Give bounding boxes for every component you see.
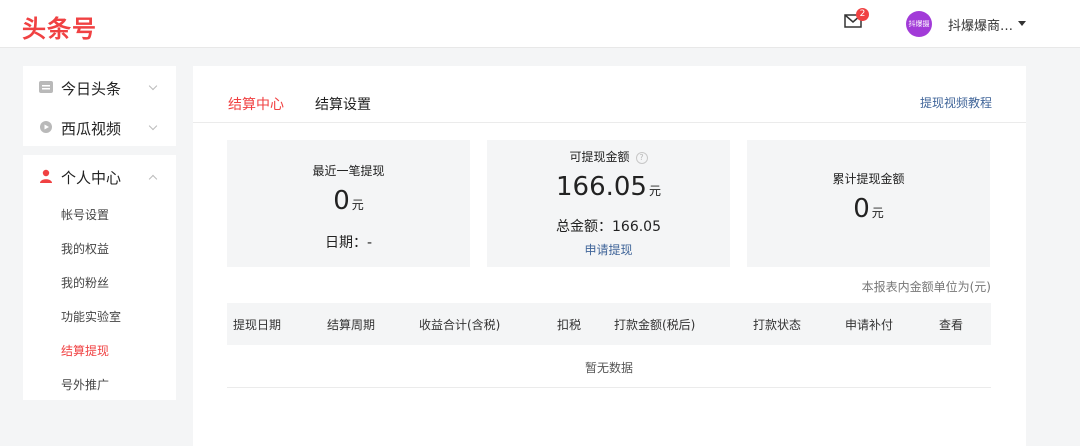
column-header: 查看 bbox=[939, 318, 964, 332]
subnav-my-rights[interactable]: 我的权益 bbox=[61, 240, 109, 257]
toutiao-badge-icon bbox=[39, 81, 53, 93]
chevron-down-icon bbox=[148, 121, 158, 131]
value-number: 0 bbox=[333, 186, 350, 216]
avatar[interactable]: 抖爆摄 bbox=[906, 11, 932, 37]
column-header: 申请补付 bbox=[845, 318, 894, 332]
nav-item-toutiao[interactable]: 今日头条 bbox=[23, 68, 176, 106]
card-value: 166.05 元 bbox=[487, 172, 730, 202]
tab-settlement-settings[interactable]: 结算设置 bbox=[315, 94, 371, 114]
cumulative-withdrawal-card: 累计提现金额 0元 bbox=[747, 140, 990, 267]
help-icon[interactable]: ? bbox=[635, 152, 648, 164]
mail-icon[interactable]: 2 bbox=[844, 8, 869, 28]
sidebar-platforms: 今日头条 西瓜视频 bbox=[23, 66, 176, 146]
nav-label: 西瓜视频 bbox=[61, 120, 122, 138]
subnav-feature-lab[interactable]: 功能实验室 bbox=[61, 308, 121, 325]
caret-down-icon[interactable] bbox=[1018, 21, 1026, 26]
chevron-down-icon bbox=[148, 81, 158, 91]
withdrawal-date: 日期：- bbox=[324, 235, 373, 251]
column-header: 收益合计(含税) bbox=[419, 318, 501, 332]
tab-settlement-center[interactable]: 结算中心 bbox=[228, 94, 284, 114]
username[interactable]: 抖爆爆商… bbox=[948, 15, 1013, 34]
subnav-my-fans[interactable]: 我的粉丝 bbox=[61, 274, 109, 291]
subnav-promotion[interactable]: 号外推广 bbox=[61, 376, 109, 393]
top-bar: 头条号 2 抖爆摄 抖爆爆商… bbox=[0, 0, 1080, 48]
card-title: 最近一笔提现 bbox=[312, 164, 385, 178]
logo[interactable]: 头条号 bbox=[22, 9, 97, 44]
tabs-divider bbox=[193, 122, 1026, 123]
column-header: 打款状态 bbox=[753, 318, 802, 332]
tutorial-link[interactable]: 提现视频教程 bbox=[920, 94, 992, 111]
chevron-up-icon bbox=[148, 174, 158, 184]
play-circle-icon bbox=[40, 121, 52, 133]
empty-text: 暂无数据 bbox=[584, 361, 633, 375]
table-header: 提现日期 结算周期 收益合计(含税) 扣税 打款金额(税后) 打款状态 申请补付… bbox=[227, 303, 991, 345]
value-unit: 元 bbox=[648, 184, 661, 198]
nav-item-personal[interactable]: 个人中心 bbox=[23, 157, 176, 195]
subnav-account-settings[interactable]: 帐号设置 bbox=[61, 206, 109, 223]
column-header: 扣税 bbox=[557, 318, 582, 332]
user-icon bbox=[40, 169, 52, 183]
card-value: 0元 bbox=[747, 194, 990, 224]
total-amount: 总金额：166.05 bbox=[556, 219, 661, 235]
nav-label: 个人中心 bbox=[61, 169, 122, 187]
column-header: 结算周期 bbox=[327, 318, 376, 332]
unit-note: 本报表内金额单位为(元) bbox=[861, 280, 991, 294]
nav-label: 今日头条 bbox=[61, 80, 122, 98]
card-title: 累计提现金额 bbox=[832, 172, 905, 186]
card-title-text: 可提现金额 bbox=[569, 150, 630, 164]
recent-withdrawal-card: 最近一笔提现 0元 日期：- bbox=[227, 140, 470, 267]
value-number: 166.05 bbox=[556, 172, 647, 202]
apply-withdraw-link[interactable]: 申请提现 bbox=[487, 241, 730, 258]
available-amount-card: 可提现金额? 166.05 元 总金额：166.05 申请提现 bbox=[487, 140, 730, 267]
table-empty-row: 暂无数据 bbox=[227, 345, 991, 388]
nav-item-xigua[interactable]: 西瓜视频 bbox=[23, 108, 176, 146]
notification-badge: 2 bbox=[856, 8, 869, 21]
column-header: 打款金额(税后) bbox=[614, 318, 696, 332]
value-number: 0 bbox=[853, 194, 870, 224]
main-panel: 结算中心 结算设置 提现视频教程 最近一笔提现 0元 日期：- 可提现金额? 1… bbox=[193, 66, 1026, 446]
value-unit: 元 bbox=[351, 198, 364, 212]
subnav-settlement-withdraw[interactable]: 结算提现 bbox=[61, 342, 109, 359]
card-value: 0元 bbox=[227, 186, 470, 216]
card-title: 可提现金额? bbox=[487, 148, 730, 165]
sidebar-personal: 个人中心 帐号设置 我的权益 我的粉丝 功能实验室 结算提现 号外推广 bbox=[23, 155, 176, 400]
column-header: 提现日期 bbox=[233, 318, 282, 332]
value-unit: 元 bbox=[871, 206, 884, 220]
